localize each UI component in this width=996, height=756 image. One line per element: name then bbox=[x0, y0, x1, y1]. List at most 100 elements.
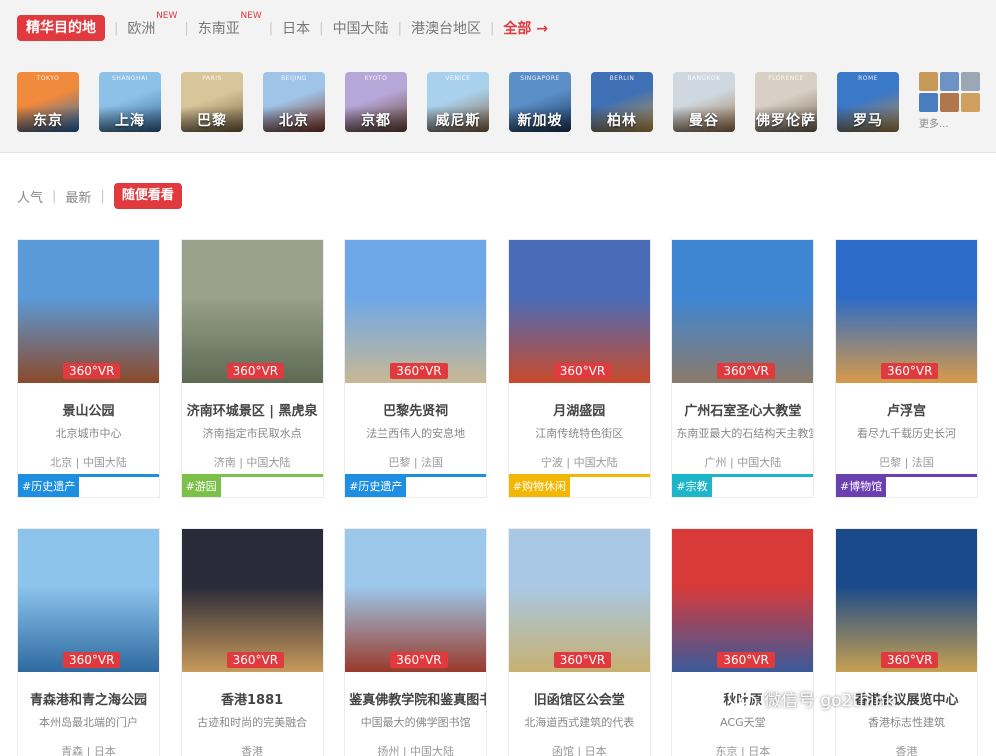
city-shortcut[interactable]: KYOTO 京都 bbox=[345, 72, 407, 132]
divider: | bbox=[319, 20, 324, 36]
vr-badge: 360°VR bbox=[226, 652, 285, 668]
scene-subtitle: 北京城市中心 bbox=[55, 427, 122, 440]
city-shortcut[interactable]: VENICE 威尼斯 bbox=[427, 72, 489, 132]
vr-badge: 360°VR bbox=[717, 652, 775, 668]
scene-title: 香港1881 bbox=[221, 693, 284, 708]
tab-mainland-china[interactable]: 中国大陆 bbox=[333, 18, 389, 38]
city-english-name: VENICE bbox=[445, 75, 471, 82]
scene-location: 东京 | 日本 bbox=[715, 745, 771, 756]
category-tag[interactable]: #购物休闲 bbox=[508, 477, 570, 497]
city-shortcut[interactable]: FLORENCE 佛罗伦萨 bbox=[755, 72, 817, 132]
tab-southeast-asia[interactable]: 东南亚 NEW bbox=[198, 11, 262, 38]
city-name: 北京 bbox=[279, 113, 309, 129]
scene-title: 巴黎先贤祠 bbox=[383, 404, 449, 419]
scene-card[interactable]: 360°VR 秋叶原 ACG天堂 东京 | 日本 bbox=[671, 528, 815, 756]
scene-location: 济南 | 中国大陆 bbox=[213, 456, 291, 469]
scene-title: 月湖盛园 bbox=[553, 404, 606, 419]
scene-title: 卢浮宫 bbox=[886, 404, 926, 419]
scene-card[interactable]: 360°VR 香港会议展览中心 香港标志性建筑 香港 bbox=[834, 528, 978, 756]
scene-card[interactable]: 360°VR 青森港和青之海公园 本州岛最北端的门户 青森 | 日本 bbox=[17, 528, 160, 756]
divider: | bbox=[397, 20, 402, 36]
scene-location: 香港 bbox=[895, 745, 918, 756]
city-shortcut[interactable]: SHANGHAI 上海 bbox=[99, 72, 161, 132]
scene-location: 扬州 | 中国大陆 bbox=[377, 745, 455, 756]
sort-popular[interactable]: 人气 bbox=[17, 187, 43, 206]
scene-card[interactable]: 360°VR 巴黎先贤祠 法兰西伟人的安息地 巴黎 | 法国 #历史遗产 bbox=[344, 239, 488, 498]
scene-location: 巴黎 | 法国 bbox=[879, 456, 934, 469]
tab-all[interactable]: 全部 → bbox=[503, 18, 548, 38]
scene-subtitle: 江南传统特色街区 bbox=[535, 427, 624, 440]
scene-card[interactable]: 360°VR 月湖盛园 江南传统特色街区 宁波 | 中国大陆 #购物休闲 bbox=[507, 239, 651, 498]
tab-featured-destinations[interactable]: 精华目的地 bbox=[17, 15, 105, 41]
scene-card[interactable]: 360°VR 旧函馆区公会堂 北海道西式建筑的代表 函馆 | 日本 bbox=[507, 528, 651, 756]
category-tag[interactable]: #历史遗产 bbox=[345, 477, 407, 497]
scene-location: 函馆 | 日本 bbox=[551, 745, 607, 756]
city-shortcut[interactable]: BEIJING 北京 bbox=[263, 72, 325, 132]
city-english-name: ROME bbox=[858, 75, 878, 82]
city-name: 威尼斯 bbox=[435, 113, 481, 129]
scene-location: 北京 | 中国大陆 bbox=[50, 456, 127, 469]
city-shortcut[interactable]: SINGAPORE 新加坡 bbox=[509, 72, 571, 132]
scene-title: 景山公园 bbox=[62, 404, 115, 419]
scene-subtitle: ACG天堂 bbox=[720, 716, 766, 729]
city-english-name: KYOTO bbox=[364, 75, 388, 82]
scene-subtitle: 香港标志性建筑 bbox=[867, 716, 945, 729]
scene-card[interactable]: 360°VR 香港1881 古迹和时尚的完美融合 香港 bbox=[180, 528, 324, 756]
scene-subtitle: 本州岛最北端的门户 bbox=[39, 716, 138, 729]
city-shortcut[interactable]: ROME 罗马 bbox=[837, 72, 899, 132]
tab-europe[interactable]: 欧洲 NEW bbox=[127, 11, 177, 38]
scene-card[interactable]: 360°VR 广州石室圣心大教堂 东南亚最大的石结构天主教堂 广州 | 中国大陆… bbox=[671, 239, 815, 498]
scene-card-grid: 360°VR 景山公园 北京城市中心 北京 | 中国大陆 #历史遗产 360°V… bbox=[17, 239, 978, 756]
scene-location: 青森 | 日本 bbox=[61, 745, 116, 756]
category-tag[interactable]: #游园 bbox=[181, 477, 221, 497]
category-tag[interactable]: #博物馆 bbox=[835, 477, 887, 497]
tab-hk-macau-taiwan[interactable]: 港澳台地区 bbox=[411, 18, 481, 38]
scene-title: 旧函馆区公会堂 bbox=[533, 693, 625, 708]
city-shortcut[interactable]: TOKYO 东京 bbox=[17, 72, 79, 132]
scene-photo: 360°VR bbox=[18, 240, 159, 383]
scene-card[interactable]: 360°VR 景山公园 北京城市中心 北京 | 中国大陆 #历史遗产 bbox=[17, 239, 160, 498]
scene-card[interactable]: 360°VR 鉴真佛教学院和鉴真图书馆 中国最大的佛学图书馆 扬州 | 中国大陆 bbox=[344, 528, 488, 756]
city-english-name: SHANGHAI bbox=[112, 75, 148, 82]
city-english-name: SINGAPORE bbox=[520, 75, 560, 82]
scene-location: 香港 bbox=[241, 745, 264, 756]
scene-card[interactable]: 360°VR 卢浮宫 看尽九千载历史长河 巴黎 | 法国 #博物馆 bbox=[834, 239, 978, 498]
scene-subtitle: 看尽九千载历史长河 bbox=[856, 427, 956, 440]
sort-random[interactable]: 随便看看 bbox=[113, 183, 182, 209]
sort-tabs: 人气 | 最新 | 随便看看 bbox=[17, 183, 182, 209]
category-tag[interactable]: #历史遗产 bbox=[18, 477, 80, 497]
scene-photo: 360°VR bbox=[835, 529, 977, 672]
tab-japan[interactable]: 日本 bbox=[282, 18, 310, 38]
scene-subtitle: 法兰西伟人的安息地 bbox=[366, 427, 466, 440]
scene-subtitle: 中国最大的佛学图书馆 bbox=[360, 716, 471, 729]
scene-photo: 360°VR bbox=[181, 240, 323, 383]
scene-card[interactable]: 360°VR 济南环城景区 | 黑虎泉 济南指定市民取水点 济南 | 中国大陆 … bbox=[180, 239, 324, 498]
city-shortcut[interactable]: PARIS 巴黎 bbox=[181, 72, 243, 132]
scene-photo: 360°VR bbox=[672, 240, 814, 383]
scene-title: 济南环城景区 | 黑虎泉 bbox=[186, 404, 318, 419]
more-cities-button[interactable]: 更多... bbox=[919, 72, 981, 132]
vr-badge: 360°VR bbox=[390, 363, 448, 379]
scene-title: 广州石室圣心大教堂 bbox=[684, 404, 802, 419]
vr-badge: 360°VR bbox=[553, 652, 612, 668]
city-english-name: TOKYO bbox=[36, 75, 60, 82]
city-english-name: BEIJING bbox=[281, 75, 307, 82]
city-thumbnail bbox=[961, 93, 980, 112]
vr-badge: 360°VR bbox=[553, 363, 612, 379]
new-badge: NEW bbox=[240, 11, 262, 21]
scene-photo: 360°VR bbox=[18, 529, 159, 672]
vr-badge: 360°VR bbox=[226, 363, 285, 379]
scene-photo: 360°VR bbox=[672, 529, 814, 672]
scene-subtitle: 济南指定市民取水点 bbox=[202, 427, 302, 440]
category-tag[interactable]: #宗教 bbox=[672, 477, 712, 497]
scene-photo: 360°VR bbox=[345, 240, 487, 383]
city-name: 罗马 bbox=[853, 113, 883, 129]
city-shortcut[interactable]: BERLIN 柏林 bbox=[591, 72, 653, 132]
vr-badge: 360°VR bbox=[63, 363, 121, 379]
divider: | bbox=[114, 20, 119, 36]
sort-newest[interactable]: 最新 bbox=[65, 187, 91, 206]
city-shortcut[interactable]: BANGKOK 曼谷 bbox=[673, 72, 735, 132]
new-badge: NEW bbox=[156, 11, 178, 21]
city-name: 柏林 bbox=[607, 113, 637, 129]
city-english-name: PARIS bbox=[202, 75, 222, 82]
